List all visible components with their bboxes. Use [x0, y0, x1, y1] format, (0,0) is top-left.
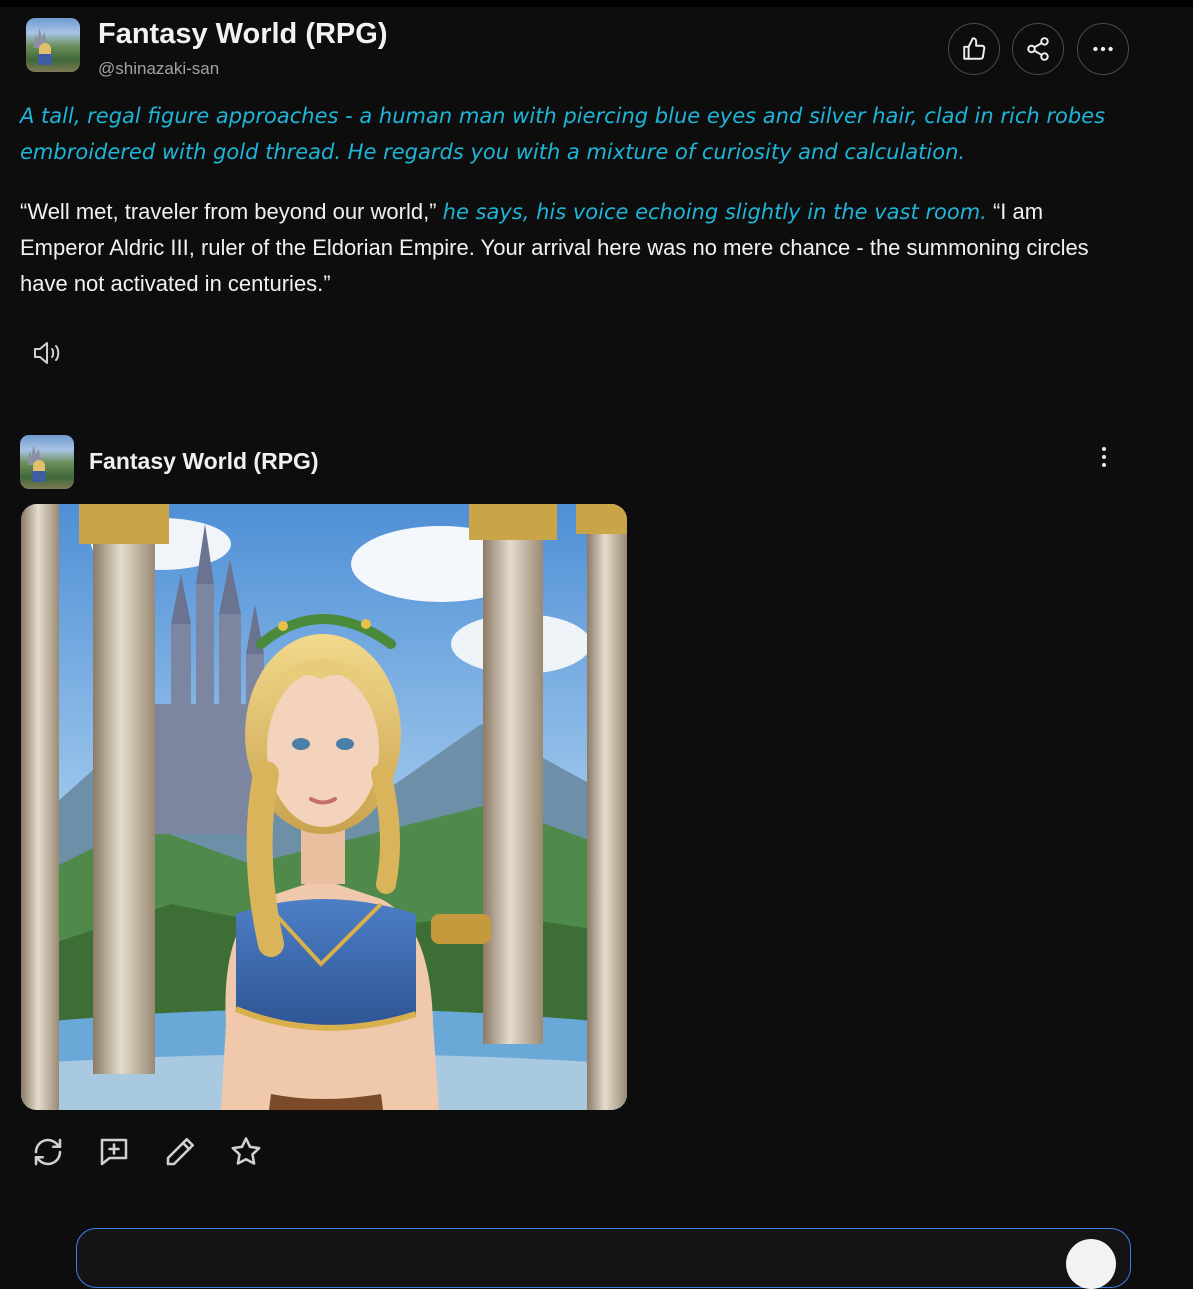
send-button[interactable] [1066, 1239, 1116, 1289]
pencil-icon [166, 1137, 195, 1166]
reply-button[interactable] [96, 1134, 132, 1170]
character-title[interactable]: Fantasy World (RPG) [98, 18, 388, 51]
message-avatar[interactable] [20, 435, 74, 489]
message-author-name[interactable]: Fantasy World (RPG) [89, 448, 319, 475]
regenerate-button[interactable] [30, 1134, 66, 1170]
star-icon [231, 1137, 261, 1165]
message-author: Fantasy World (RPG) [20, 435, 1130, 489]
edit-button[interactable] [162, 1134, 198, 1170]
favorite-button[interactable] [228, 1134, 264, 1170]
scene-illustration [21, 504, 627, 1110]
dialogue-speech: “Well met, traveler from beyond our worl… [20, 199, 437, 224]
share-icon [1027, 37, 1049, 61]
character-avatar[interactable] [26, 18, 80, 72]
message-options-button[interactable] [1094, 444, 1114, 470]
like-button[interactable] [948, 23, 1000, 75]
top-strip [0, 0, 1193, 7]
share-button[interactable] [1012, 23, 1064, 75]
dialogue-narration: he says, his voice echoing slightly in t… [442, 200, 987, 224]
thumbs-up-icon [963, 37, 986, 60]
generated-image[interactable] [21, 504, 627, 1110]
message-input[interactable] [76, 1228, 1131, 1288]
refresh-icon [34, 1138, 62, 1166]
creator-handle[interactable]: @shinazaki-san [98, 59, 219, 79]
more-vertical-icon [1102, 447, 1106, 451]
dialogue-paragraph: “Well met, traveler from beyond our worl… [20, 194, 1130, 302]
message-plus-icon [100, 1138, 128, 1166]
narration-text: A tall, regal figure approaches - a huma… [20, 104, 1106, 164]
more-options-button[interactable] [1077, 23, 1129, 75]
more-horizontal-icon [1093, 46, 1113, 52]
play-audio-button[interactable] [30, 338, 64, 368]
speaker-icon [34, 342, 60, 364]
